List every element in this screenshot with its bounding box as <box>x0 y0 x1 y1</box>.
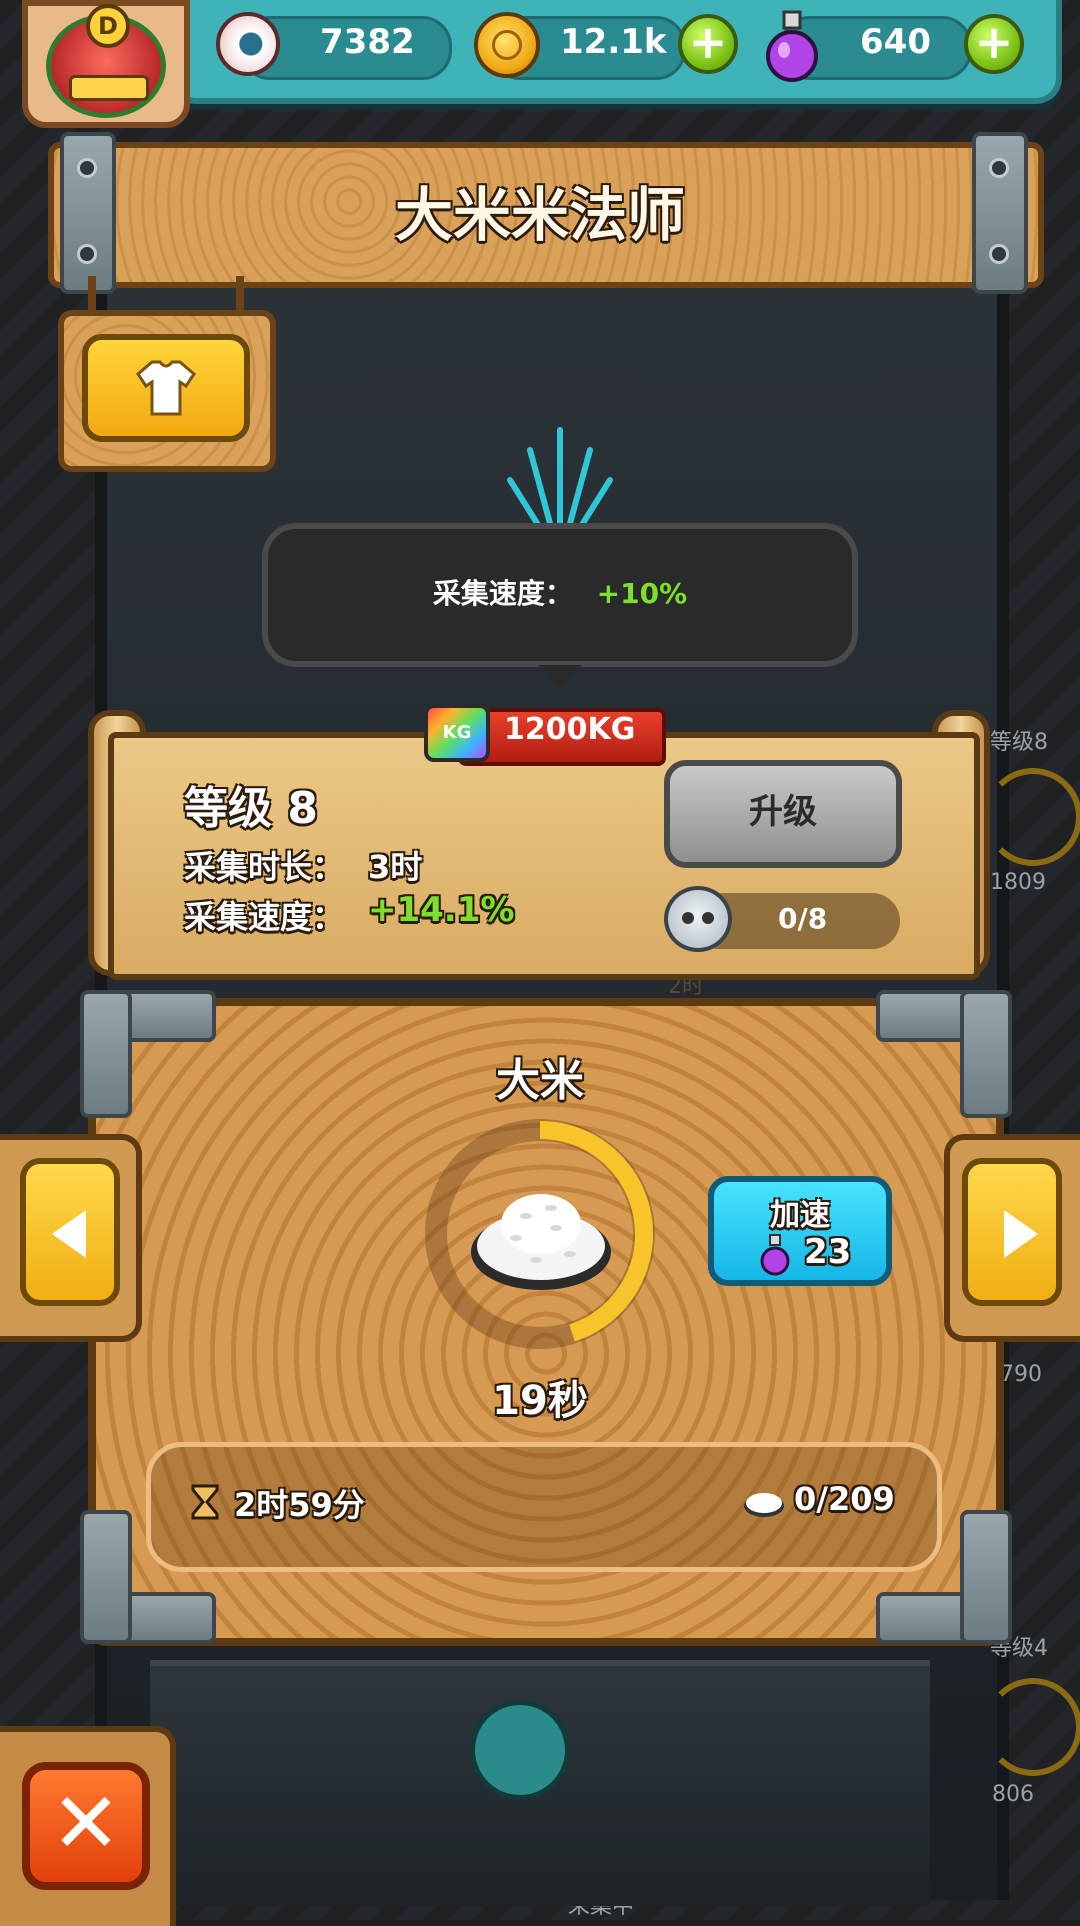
bg-count-label: 1809 <box>990 870 1046 895</box>
eyeball-icon <box>216 12 280 76</box>
upgrade-button[interactable]: 升级 <box>664 760 902 868</box>
potion-count: 640 <box>860 22 931 62</box>
board-corner <box>80 990 132 1118</box>
level-text: 等级 8 <box>184 783 318 834</box>
duration-label: 采集时长： <box>184 848 345 886</box>
duration-value: 3时 <box>368 848 423 886</box>
harvest-count: 0/209 <box>794 1480 895 1518</box>
bg-count-label: 790 <box>1000 1362 1042 1387</box>
plank-bracket-right <box>972 132 1028 294</box>
outfit-button[interactable] <box>82 334 250 442</box>
prev-crop-button[interactable] <box>20 1158 120 1306</box>
bg-count-label: 806 <box>992 1782 1034 1807</box>
speed-label: 采集速度： <box>184 898 345 936</box>
crop-name: 大米 <box>496 1055 584 1106</box>
tooltip-content: 采集速度： +10% <box>262 572 858 612</box>
avatar-frame[interactable]: D <box>22 0 190 128</box>
creature-decoration <box>470 1700 570 1800</box>
board-corner <box>960 990 1012 1118</box>
hourglass-icon <box>191 1484 219 1520</box>
remaining-time: 2时59分 <box>234 1486 365 1524</box>
tshirt-icon <box>136 360 196 416</box>
chevron-right-icon <box>1004 1210 1038 1258</box>
speed-up-cost: 23 <box>804 1232 852 1272</box>
next-crop-button[interactable] <box>962 1158 1062 1306</box>
potion-icon <box>760 1234 790 1276</box>
bg-ring <box>984 768 1080 866</box>
bg-ring <box>984 1678 1080 1776</box>
tooltip-value: +10% <box>596 577 688 610</box>
speed-up-button[interactable]: 加速 23 <box>708 1176 892 1286</box>
weight-value: 1200KG <box>504 712 636 747</box>
skull-icon <box>664 886 732 952</box>
weight-kg-icon: KG <box>424 704 490 762</box>
bg-level-label: 等级8 <box>990 730 1048 755</box>
chevron-left-icon <box>52 1210 86 1258</box>
board-corner <box>80 1510 132 1644</box>
harvest-timer: 19秒 <box>492 1378 588 1424</box>
gold-coin-icon <box>474 12 540 78</box>
speed-up-label: 加速 <box>770 1198 830 1233</box>
rank-badge: D <box>86 4 130 48</box>
monster-teeth-icon <box>69 75 149 101</box>
potion-icon <box>766 10 818 82</box>
eyeball-count: 7382 <box>320 22 415 62</box>
board-corner <box>960 1510 1012 1644</box>
close-button[interactable]: ✕ <box>22 1762 150 1890</box>
close-icon: ✕ <box>50 1774 122 1872</box>
rice-small-icon <box>744 1493 784 1517</box>
add-potion-button[interactable]: + <box>964 14 1024 74</box>
upgrade-progress-text: 0/8 <box>778 902 828 935</box>
page-title: 大米米法师 <box>394 181 685 249</box>
gold-count: 12.1k <box>560 22 667 62</box>
add-gold-button[interactable]: + <box>678 14 738 74</box>
rice-icon <box>471 1194 611 1290</box>
tooltip-label: 采集速度： <box>432 577 573 610</box>
plank-bracket-left <box>60 132 116 294</box>
speed-value: +14.1% <box>368 890 515 930</box>
